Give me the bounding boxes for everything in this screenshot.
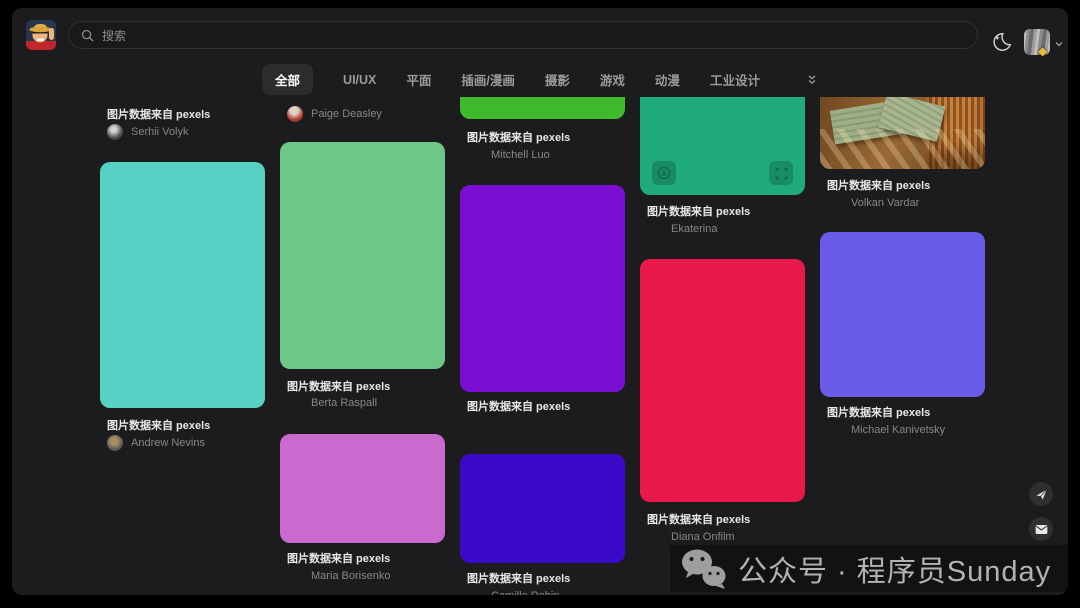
author-row[interactable]: Paige Deasley [287,106,382,122]
card-caption: 图片数据来自 pexels [467,570,570,586]
image-feed: 图片数据来自 pexels Serhii Volyk 图片数据来自 pexels… [12,97,1068,595]
watermark: 公众号 · 程序员Sunday [670,545,1068,592]
author-row[interactable]: Berta Raspall [311,397,377,409]
card-caption: 图片数据来自 pexels [647,203,750,219]
fullscreen-icon [775,167,788,180]
feed-column-5: 图片数据来自 pexels Volkan Vardar 图片数据来自 pexel… [820,97,985,595]
download-icon [657,166,671,180]
search-placeholder: 搜索 [102,27,126,44]
moon-icon [990,31,1012,53]
tab-anime[interactable]: 动漫 [655,70,680,89]
tab-illustration[interactable]: 插画/漫画 [461,70,514,89]
luffy-avatar-art [26,20,56,50]
photo-light-streaks [820,129,985,169]
feed-column-1: 图片数据来自 pexels Serhii Volyk 图片数据来自 pexels… [100,97,265,595]
header: 搜索 ◆ [12,8,1068,62]
download-button[interactable] [652,161,676,185]
image-card-indigo[interactable] [460,454,625,563]
feed-column-2: Paige Deasley 图片数据来自 pexels Berta Raspal… [280,97,445,595]
card-caption: 图片数据来自 pexels [467,129,570,145]
author-avatar [107,435,123,451]
tab-industrial[interactable]: 工业设计 [710,70,760,89]
image-card-violet[interactable] [460,185,625,392]
wechat-logo-icon [680,548,728,590]
card-caption: 图片数据来自 pexels [107,106,210,122]
app-avatar[interactable] [26,20,56,50]
author-name: Mitchell Luo [491,149,550,161]
contact-button[interactable] [1029,517,1053,541]
author-name: Michael Kanivetsky [851,424,945,436]
tab-game[interactable]: 游戏 [600,70,625,89]
feed-column-3: 图片数据来自 pexels Mitchell Luo 图片数据来自 pexels… [460,97,625,595]
image-card-green[interactable] [280,142,445,369]
vip-diamond-badge: ◆ [1038,45,1047,57]
image-card-lime[interactable] [460,97,625,119]
card-caption: 图片数据来自 pexels [647,511,750,527]
author-avatar [107,124,123,140]
author-row[interactable]: Ekaterina [671,223,717,235]
card-caption: 图片数据来自 pexels [107,417,210,433]
image-card-teal[interactable] [100,162,265,408]
search-input[interactable]: 搜索 [68,21,978,49]
feed-column-4: 图片数据来自 pexels Ekaterina 图片数据来自 pexels Di… [640,97,805,595]
author-name: Paige Deasley [311,108,382,120]
author-row[interactable]: Maria Borisenko [311,570,390,582]
card-caption: 图片数据来自 pexels [827,404,930,420]
image-card-emerald[interactable] [640,97,805,195]
author-name: Andrew Nevins [131,437,205,449]
image-card-crimson[interactable] [640,259,805,502]
card-caption: 图片数据来自 pexels [467,398,570,414]
author-avatar [287,106,303,122]
tab-uiux[interactable]: UI/UX [343,73,376,87]
image-card-orchid[interactable] [280,434,445,543]
envelope-icon [1035,524,1048,535]
share-button[interactable] [1029,482,1053,506]
author-row[interactable]: Serhii Volyk [107,124,188,140]
paper-plane-icon [1035,488,1048,501]
card-caption: 图片数据来自 pexels [827,177,930,193]
author-name: Volkan Vardar [851,197,919,209]
app-window: 搜索 ◆ 全部 UI/UX 平面 插画/漫画 摄影 游戏 动漫 工业设计 [12,8,1068,595]
category-tabbar: 全部 UI/UX 平面 插画/漫画 摄影 游戏 动漫 工业设计 [12,62,1068,97]
author-name: Ekaterina [671,223,717,235]
author-row[interactable]: Michael Kanivetsky [851,424,945,436]
tab-all[interactable]: 全部 [262,64,313,95]
author-name: Serhii Volyk [131,126,188,138]
author-name: Diana Onfilm [671,531,735,543]
author-row[interactable]: Andrew Nevins [107,435,205,451]
theme-toggle-button[interactable] [988,29,1014,55]
chevron-down-icon[interactable] [1054,36,1066,48]
tab-photography[interactable]: 摄影 [545,70,570,89]
image-card-periwinkle[interactable] [820,232,985,397]
search-icon [81,29,94,42]
expand-button[interactable] [769,161,793,185]
image-card-photo[interactable] [820,97,985,169]
author-name: Camille Robin [491,590,559,595]
watermark-text: 公众号 · 程序员Sunday [738,548,1051,590]
author-row[interactable]: Diana Onfilm [671,531,735,543]
card-caption: 图片数据来自 pexels [287,378,390,394]
author-name: Berta Raspall [311,397,377,409]
author-row[interactable]: Volkan Vardar [851,197,919,209]
double-chevron-down-icon [806,74,818,86]
author-name: Maria Borisenko [311,570,390,582]
tab-graphic[interactable]: 平面 [406,70,431,89]
author-row[interactable]: Mitchell Luo [491,149,550,161]
author-row[interactable]: Camille Robin [491,590,559,595]
card-caption: 图片数据来自 pexels [287,550,390,566]
tabs-expand-button[interactable] [806,74,818,86]
